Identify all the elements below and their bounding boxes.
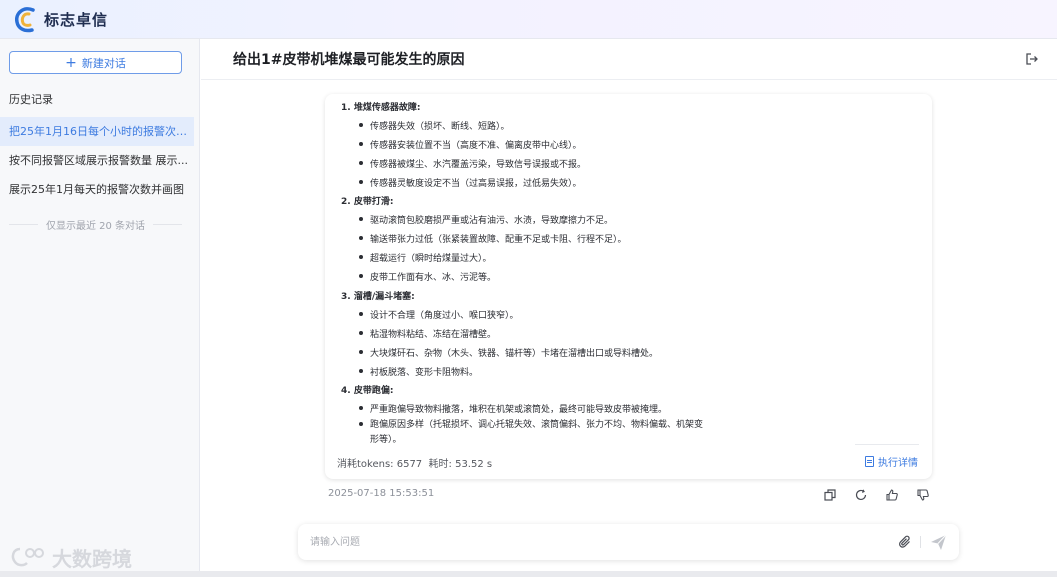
copy-button[interactable] (822, 487, 838, 503)
history-title: 历史记录 (9, 93, 53, 106)
chat-header: 给出1#皮带机堆煤最可能发生的原因 (201, 39, 1057, 80)
section-title: 1. 堆煤传感器故障: (341, 103, 421, 113)
watermark: 大数跨境 (8, 543, 132, 572)
list-item: 输送带张力过低（张紧装置故障、配重不足或卡阻、行程不足）。 (359, 232, 627, 245)
list-item: 传感器安装位置不当（高度不准、偏离皮带中心线）。 (359, 138, 582, 151)
logout-icon[interactable] (1025, 52, 1039, 66)
list-item: 设计不合理（角度过小、喉口狭窄）。 (359, 308, 519, 321)
divider (9, 224, 38, 225)
execution-details-link[interactable]: 执行详情 (865, 454, 918, 469)
list-item: 传感器失效（损坏、断线、短路）。 (359, 119, 510, 132)
new-chat-button[interactable]: + 新建对话 (9, 51, 182, 74)
brand-logo[interactable]: 标志卓信 (12, 4, 108, 34)
new-chat-label: 新建对话 (81, 56, 126, 70)
list-item: 粘湿物料粘结、冻结在溜槽壁。 (359, 327, 496, 340)
history-item[interactable]: 展示25年1月每天的报警次数并画图 (0, 175, 194, 204)
regenerate-button[interactable] (853, 487, 869, 503)
list-item: 跑偏原因多样（托辊损坏、调心托辊失效、滚筒偏斜、张力不均、物料偏载、机架变形等）… (359, 418, 711, 448)
elapsed-time: 耗时: 53.52 s (428, 459, 493, 470)
dislike-button[interactable] (915, 487, 931, 503)
watermark-logo-icon (11, 547, 44, 566)
chat-input-box (298, 524, 959, 560)
history-limit-note: 仅显示最近 20 条对话 (9, 217, 182, 232)
section-title: 2. 皮带打滑: (341, 197, 394, 207)
message-actions (822, 487, 946, 503)
paperclip-icon[interactable] (898, 535, 912, 549)
brand-name: 标志卓信 (44, 10, 109, 29)
refresh-icon (855, 489, 867, 501)
history-item[interactable]: 按不同报警区域展示报警数量 展示... (0, 146, 194, 175)
chat-title: 给出1#皮带机堆煤最可能发生的原因 (233, 52, 465, 68)
send-icon[interactable] (930, 534, 947, 551)
list-item: 驱动滚筒包胶磨损严重或沾有油污、水渍，导致摩擦力不足。 (359, 213, 613, 226)
list-item: 大块煤矸石、杂物（木头、铁器、锚杆等）卡堵在溜槽出口或导料槽处。 (359, 346, 658, 359)
thumbs-up-icon (886, 489, 898, 501)
usage-stats: 消耗tokens: 6577 耗时: 53.52 s (337, 455, 492, 470)
section-title: 3. 溜槽/漏斗堵塞: (341, 292, 415, 302)
plus-icon: + (65, 54, 77, 71)
logo-mark-icon (12, 4, 42, 34)
sidebar: + 新建对话 历史记录 把25年1月16日每个小时的报警次数... 按不同报警区… (0, 39, 200, 577)
message-timestamp: 2025-07-18 15:53:51 (328, 488, 435, 499)
list-item: 超载运行（瞬时给煤量过大）。 (359, 251, 492, 264)
section-title: 4. 皮带跑偏: (341, 386, 394, 396)
list-item: 皮带工作面有水、冰、污泥等。 (359, 270, 496, 283)
bottom-scrollbar (0, 571, 1057, 577)
question-input[interactable] (310, 533, 870, 551)
list-item: 衬板脱落、变形卡阻物料。 (359, 365, 478, 378)
like-button[interactable] (884, 487, 900, 503)
tokens-count: 消耗tokens: 6577 (337, 459, 423, 470)
divider (920, 536, 921, 548)
answer-card: 1. 堆煤传感器故障: 传感器失效（损坏、断线、短路）。 传感器安装位置不当（高… (325, 94, 932, 479)
history-item[interactable]: 把25年1月16日每个小时的报警次数... (0, 117, 194, 146)
list-item: 严重跑偏导致物料撒落，堆积在机架或滚筒处，最终可能导致皮带被掩埋。 (359, 402, 667, 415)
divider (855, 444, 919, 445)
thumbs-down-icon (917, 489, 929, 501)
divider (153, 224, 182, 225)
copy-icon (824, 489, 836, 501)
list-item: 传感器灵敏度设定不当（过高易误报，过低易失效）。 (359, 176, 582, 189)
top-bar: 标志卓信 (0, 0, 1057, 39)
watermark-text: 大数跨境 (52, 547, 132, 571)
document-icon (865, 456, 874, 467)
list-item: 传感器被煤尘、水汽覆盖污染，导致信号误报或不报。 (359, 157, 586, 170)
